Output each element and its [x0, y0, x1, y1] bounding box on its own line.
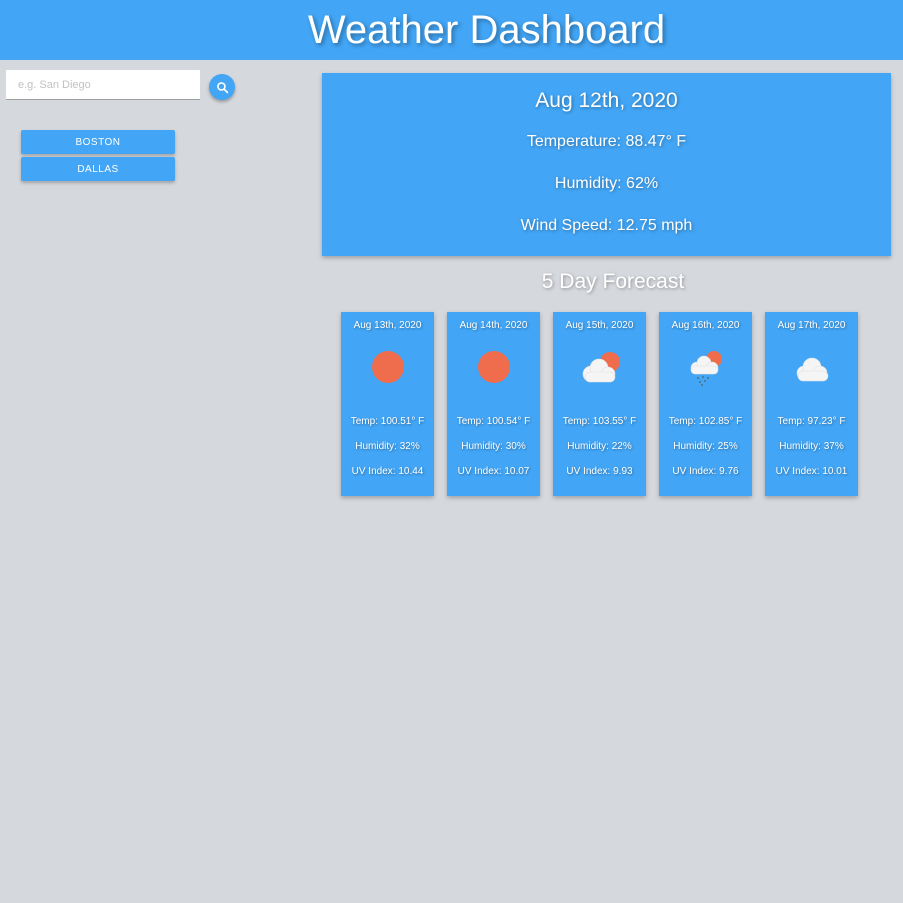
current-date: Aug 12th, 2020	[535, 89, 678, 112]
page-title: Weather Dashboard	[307, 7, 666, 52]
forecast-temp: Temp: 97.23° F	[777, 416, 846, 427]
forecast-temp: Temp: 102.85° F	[668, 416, 743, 427]
sun-icon	[478, 351, 510, 383]
forecast-temp: Temp: 103.55° F	[562, 416, 637, 427]
forecast-uv-index: UV Index: 10.07	[457, 466, 530, 477]
search-icon	[216, 81, 228, 93]
forecast-card: Aug 17th, 2020 Temp: 97.23° F Humidity: …	[765, 312, 858, 496]
cloud-icon	[796, 357, 829, 382]
forecast-humidity: Humidity: 30%	[461, 441, 526, 452]
search-input[interactable]	[6, 70, 200, 100]
forecast-temp: Temp: 100.54° F	[456, 416, 531, 427]
current-humidity: Humidity: 62%	[554, 175, 659, 192]
history-button-dallas[interactable]: DALLAS	[21, 157, 175, 181]
search-button[interactable]	[209, 74, 235, 100]
forecast-humidity: Humidity: 22%	[567, 441, 632, 452]
current-temperature: Temperature: 88.47° F	[526, 133, 687, 150]
forecast-date: Aug 14th, 2020	[459, 320, 528, 331]
forecast-date: Aug 15th, 2020	[565, 320, 634, 331]
forecast-uv-index: UV Index: 9.93	[566, 466, 633, 477]
forecast-card: Aug 13th, 2020 Temp: 100.51° F Humidity:…	[341, 312, 434, 496]
app-header: Weather Dashboard	[0, 0, 903, 60]
forecast-card: Aug 15th, 2020 Temp: 103.55° F Humidity:…	[553, 312, 646, 496]
forecast-uv-index: UV Index: 10.01	[775, 466, 848, 477]
forecast-date: Aug 16th, 2020	[671, 320, 740, 331]
forecast-uv-index: UV Index: 9.76	[672, 466, 739, 477]
forecast-date: Aug 17th, 2020	[777, 320, 846, 331]
forecast-uv-index: UV Index: 10.44	[351, 466, 424, 477]
current-wind-speed: Wind Speed: 12.75 mph	[520, 217, 693, 234]
sun-icon	[372, 351, 404, 383]
forecast-date: Aug 13th, 2020	[353, 320, 422, 331]
forecast-card: Aug 14th, 2020 Temp: 100.54° F Humidity:…	[447, 312, 540, 496]
current-weather-card: Aug 12th, 2020 Temperature: 88.47° F Hum…	[322, 73, 891, 256]
forecast-humidity: Humidity: 32%	[355, 441, 420, 452]
forecast-title: 5 Day Forecast	[541, 270, 685, 293]
forecast-humidity: Humidity: 25%	[673, 441, 738, 452]
history-button-boston[interactable]: BOSTON	[21, 130, 175, 154]
partly-cloudy-icon	[582, 352, 620, 383]
forecast-humidity: Humidity: 37%	[779, 441, 844, 452]
forecast-temp: Temp: 100.51° F	[350, 416, 425, 427]
forecast-card: Aug 16th, 2020 Temp: 102.85° F Humidity:…	[659, 312, 752, 496]
rain-cloud-sun-icon	[690, 351, 722, 386]
